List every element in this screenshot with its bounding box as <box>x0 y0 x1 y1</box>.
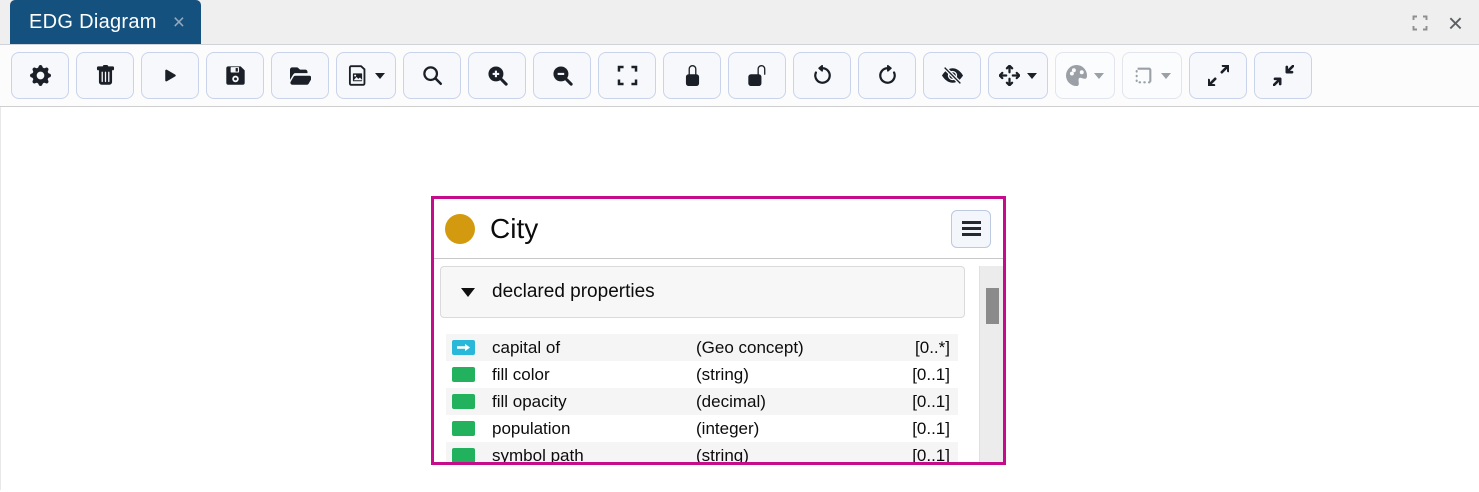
chevron-down-icon <box>1094 72 1104 79</box>
eye-slash-icon <box>941 67 963 84</box>
delete-button[interactable] <box>76 52 134 99</box>
fullscreen-icon <box>617 65 637 86</box>
class-circle-icon <box>445 213 475 244</box>
property-row-fill-opacity[interactable]: fill opacity (decimal) [0..1] <box>446 388 958 415</box>
search-icon <box>422 66 442 86</box>
toolbar <box>0 45 1479 107</box>
property-name: population <box>492 418 571 438</box>
node-menu-button[interactable] <box>951 209 991 248</box>
property-cardinality: [0..*] <box>915 337 950 357</box>
search-button[interactable] <box>403 52 461 99</box>
zoom-out-button[interactable] <box>533 52 591 99</box>
scrollbar-thumb[interactable] <box>986 288 999 324</box>
tab-label: EDG Diagram <box>29 10 157 33</box>
property-name: fill color <box>492 364 550 384</box>
hamburger-menu-icon <box>961 221 981 224</box>
palette-icon <box>1066 65 1087 86</box>
fit-view-button[interactable] <box>598 52 656 99</box>
undo-icon <box>813 65 831 84</box>
property-name: fill opacity <box>492 391 567 411</box>
unlock-button[interactable] <box>728 52 786 99</box>
border-style-icon <box>1135 67 1152 84</box>
window-controls: × <box>1412 0 1463 45</box>
scrollbar[interactable] <box>979 266 1003 462</box>
property-row-capital-of[interactable]: capital of (Geo concept) [0..*] <box>446 334 958 361</box>
collapse-arrows-icon <box>1272 65 1294 86</box>
undo-button[interactable] <box>793 52 851 99</box>
node-header: City <box>434 199 1003 259</box>
tab-close-icon[interactable]: × <box>173 12 185 33</box>
play-icon <box>164 69 176 82</box>
property-cardinality: [0..1] <box>912 418 950 438</box>
property-type: (decimal) <box>696 391 766 411</box>
property-name: symbol path <box>492 445 584 465</box>
property-cardinality: [0..1] <box>912 364 950 384</box>
property-list: capital of (Geo concept) [0..*] fill col… <box>446 334 958 465</box>
property-row-symbol-path[interactable]: symbol path (string) [0..1] <box>446 442 958 465</box>
tab-edg-diagram[interactable]: EDG Diagram × <box>10 0 202 44</box>
redo-button[interactable] <box>858 52 916 99</box>
property-row-population[interactable]: population (integer) [0..1] <box>446 415 958 442</box>
property-type: (string) <box>696 364 749 384</box>
section-declared-properties[interactable]: declared properties <box>440 266 965 318</box>
hide-button[interactable] <box>923 52 981 99</box>
property-cardinality: [0..1] <box>912 391 950 411</box>
section-label: declared properties <box>492 281 655 302</box>
datatype-property-icon <box>452 421 475 436</box>
expand-arrows-icon <box>1207 65 1229 86</box>
tab-bar: EDG Diagram × × <box>0 0 1479 45</box>
unlock-icon <box>747 65 765 86</box>
lock-button[interactable] <box>663 52 721 99</box>
object-property-icon <box>452 340 475 355</box>
move-arrows-icon <box>999 65 1020 86</box>
node-card-city[interactable]: City declared properties capital of (Geo… <box>431 196 1006 465</box>
trash-icon <box>96 65 114 85</box>
zoom-in-button[interactable] <box>468 52 526 99</box>
gear-icon <box>29 65 51 86</box>
redo-icon <box>878 65 896 84</box>
property-cardinality: [0..1] <box>912 445 950 465</box>
diagram-canvas[interactable]: City declared properties capital of (Geo… <box>0 107 1479 490</box>
folder-open-icon <box>289 67 311 85</box>
window-close-icon[interactable]: × <box>1448 10 1463 36</box>
datatype-property-icon <box>452 367 475 382</box>
property-type: (integer) <box>696 418 760 438</box>
settings-button[interactable] <box>11 52 69 99</box>
open-button[interactable] <box>271 52 329 99</box>
chevron-down-icon <box>1161 72 1171 79</box>
run-button[interactable] <box>141 52 199 99</box>
zoom-out-icon <box>552 66 573 86</box>
save-button[interactable] <box>206 52 264 99</box>
expand-all-button[interactable] <box>1189 52 1247 99</box>
triangle-down-icon <box>461 287 475 297</box>
save-icon <box>225 66 245 85</box>
property-name: capital of <box>492 337 561 357</box>
image-file-icon <box>348 65 366 86</box>
datatype-property-icon <box>452 448 475 462</box>
collapse-all-button[interactable] <box>1254 52 1312 99</box>
lock-icon <box>685 65 699 86</box>
style-palette-button[interactable] <box>1055 52 1115 99</box>
resize-button[interactable] <box>1122 52 1182 99</box>
chevron-down-icon <box>375 72 385 79</box>
move-button[interactable] <box>988 52 1048 99</box>
node-body: declared properties capital of (Geo conc… <box>434 266 1003 465</box>
property-type: (string) <box>696 445 749 465</box>
property-type: (Geo concept) <box>696 337 804 357</box>
export-image-button[interactable] <box>336 52 396 99</box>
chevron-down-icon <box>1027 72 1037 79</box>
datatype-property-icon <box>452 394 475 409</box>
zoom-in-icon <box>487 66 508 86</box>
node-title: City <box>490 212 539 244</box>
property-row-fill-color[interactable]: fill color (string) [0..1] <box>446 361 958 388</box>
window-fullscreen-icon[interactable] <box>1412 15 1428 31</box>
